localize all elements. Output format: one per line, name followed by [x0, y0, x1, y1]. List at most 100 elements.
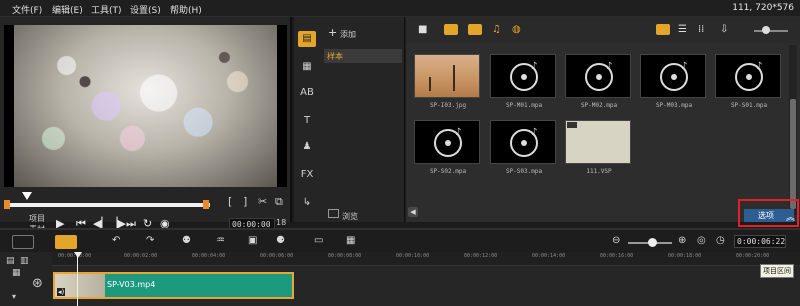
show-audio-icon[interactable]: ♫	[492, 24, 501, 36]
instant-project-icon[interactable]: ▦	[298, 59, 316, 75]
split-clip-icon[interactable]: ✂	[258, 195, 267, 208]
library-category-bar: ▤ ▦ AB T ♟ FX ↳	[294, 17, 320, 222]
auto-music-icon[interactable]: ▣	[248, 235, 257, 246]
trim-end-marker[interactable]	[203, 200, 209, 209]
media-thumbnail[interactable]: ♪ SP-M02.mpa	[565, 54, 633, 109]
timecode-frame[interactable]: 18	[276, 218, 286, 227]
media-thumbnail[interactable]: ♪ SP-S03.mpa	[490, 120, 558, 175]
ruler-tick: 00:00:10:00	[396, 253, 430, 259]
transition-icon[interactable]: AB	[298, 85, 316, 101]
library-scrollbar[interactable]	[789, 45, 797, 215]
fit-project-icon[interactable]: ◎	[697, 235, 706, 246]
library-toolbar: ■ ♫ ◍ ☰ ⁞⁞ ⇩	[406, 17, 800, 43]
music-note-icon: ♪	[531, 61, 538, 72]
ruler-tick: 00:00:06:00	[260, 253, 294, 259]
menu-edit[interactable]: 编辑(E)	[52, 3, 83, 16]
timeline-zoom-knob[interactable]	[648, 238, 657, 247]
media-thumbnail[interactable]: ♪ SP-S01.mpa	[715, 54, 783, 109]
thumbnail-size-knob[interactable]	[762, 26, 770, 34]
track-dropdown-icon[interactable]: ▾	[12, 292, 16, 301]
music-note-icon: ♪	[455, 127, 462, 138]
mark-in-icon[interactable]: [	[228, 195, 232, 208]
clip-label: SP-V03.mp4	[107, 280, 156, 289]
ruler-tick: 00:00:12:00	[464, 253, 498, 259]
enlarge-preview-icon[interactable]: ⧉	[275, 195, 283, 209]
browse-button[interactable]: 浏览	[342, 211, 358, 222]
project-duration: 0:00:06:22	[734, 235, 786, 248]
browse-icon[interactable]	[328, 209, 339, 218]
filter-icon[interactable]: FX	[298, 167, 316, 183]
music-note-icon: ♪	[681, 61, 688, 72]
timeline-ruler[interactable]: 00:00:00:00 00:00:02:00 00:00:04:00 00:0…	[52, 252, 800, 266]
timeline-toolbar: ↶ ↷ ⚉ ♒ ▣ ⚈ ▭ ▦ ⊖ ⊕ ◎ ◷ 0:00:06:22	[0, 228, 800, 252]
grid-view-icon[interactable]: ⁞⁞	[698, 24, 704, 36]
ruler-tick: 00:00:20:00	[736, 253, 770, 259]
graphic-icon[interactable]: ♟	[298, 139, 316, 155]
web-icon[interactable]: ◍	[512, 24, 521, 36]
sound-mixer-icon[interactable]: ♒	[216, 235, 225, 246]
scroll-left-icon[interactable]: ◀	[408, 207, 418, 217]
music-note-icon: ♪	[531, 127, 538, 138]
track-manager-icon[interactable]: ▤	[6, 256, 15, 266]
library-panel: ■ ♫ ◍ ☰ ⁞⁞ ⇩ SP-I03.jpg ♪ SP-M01.mpa ♪ S…	[406, 17, 800, 222]
add-folder-button[interactable]: 添加	[340, 29, 356, 40]
audio-thumbnail: ♪	[640, 54, 706, 98]
media-thumbnail[interactable]: ♪ SP-S02.mpa	[414, 120, 482, 175]
redo-icon[interactable]: ↷	[146, 235, 154, 246]
media-thumbnail[interactable]: ♪ SP-M01.mpa	[490, 54, 558, 109]
thumbnail-caption: 111.VSP	[586, 168, 612, 175]
thumbnail-caption: SP-S01.mpa	[730, 102, 768, 109]
multi-cam-icon[interactable]: ▦	[346, 235, 355, 246]
audio-thumbnail: ♪	[715, 54, 781, 98]
chapter-point-icon[interactable]: ▥	[20, 256, 29, 266]
scrubber-handle[interactable]	[22, 192, 32, 200]
clock-icon[interactable]: ◷	[716, 235, 725, 246]
preview-window	[4, 25, 287, 187]
video-track-icon[interactable]: ▦	[12, 268, 21, 278]
timeline-view-icon[interactable]	[12, 235, 34, 249]
subtitle-editor-icon[interactable]: ▭	[314, 235, 323, 246]
trim-start-marker[interactable]	[4, 200, 10, 209]
mark-out-icon[interactable]: ]	[243, 195, 247, 208]
media-thumbnail[interactable]: 111.VSP	[565, 120, 633, 175]
zoom-out-icon[interactable]: ⊖	[612, 235, 620, 246]
menu-tools[interactable]: 工具(T)	[91, 3, 122, 16]
path-icon[interactable]: ↳	[298, 195, 316, 211]
music-note-icon: ♪	[606, 61, 613, 72]
add-icon[interactable]: +	[328, 26, 337, 39]
highlight-box	[738, 199, 799, 227]
thumbnail-caption: SP-S02.mpa	[429, 168, 467, 175]
list-view-icon[interactable]: ☰	[678, 24, 687, 36]
thumbnail-caption: SP-I03.jpg	[429, 102, 467, 109]
ruler-tick: 00:00:02:00	[124, 253, 158, 259]
menu-help[interactable]: 帮助(H)	[170, 3, 202, 16]
title-icon[interactable]: T	[298, 113, 316, 129]
media-thumbnail[interactable]: ♪ SP-M03.mpa	[640, 54, 708, 109]
thumbnail-size-slider[interactable]	[754, 30, 788, 32]
zoom-in-icon[interactable]: ⊕	[678, 235, 686, 246]
playhead[interactable]	[77, 254, 78, 306]
audio-thumbnail: ♪	[565, 54, 631, 98]
track-header: ▤ ▥ ▦ ⊛ ▾	[0, 252, 52, 306]
thumbnail-view-icon[interactable]	[656, 24, 670, 35]
menu-bar: 文件(F) 编辑(E) 工具(T) 设置(S) 帮助(H) 111, 720*5…	[0, 0, 800, 17]
playhead-handle[interactable]	[74, 252, 82, 258]
import-folder-icon[interactable]: ■	[418, 24, 427, 36]
motion-track-icon[interactable]: ⚈	[276, 235, 285, 246]
show-video-icon[interactable]	[444, 24, 458, 35]
storyboard-view-icon[interactable]	[55, 235, 77, 249]
show-photo-icon[interactable]	[468, 24, 482, 35]
menu-file[interactable]: 文件(F)	[12, 3, 42, 16]
media-category-icon[interactable]: ▤	[298, 31, 316, 47]
film-reel-icon[interactable]: ⊛	[32, 276, 43, 291]
mode-project[interactable]: 项目	[29, 213, 45, 224]
menu-settings[interactable]: 设置(S)	[130, 3, 161, 16]
thumbnail-caption: SP-M02.mpa	[580, 102, 618, 109]
record-capture-icon[interactable]: ⚉	[182, 235, 191, 246]
scrubber-bar[interactable]	[6, 203, 210, 207]
sort-icon[interactable]: ⇩	[720, 24, 728, 36]
ruler-tick: 00:00:08:00	[328, 253, 362, 259]
undo-icon[interactable]: ↶	[112, 235, 120, 246]
media-thumbnail[interactable]: SP-I03.jpg	[414, 54, 482, 109]
library-scrollbar-thumb[interactable]	[790, 99, 796, 209]
